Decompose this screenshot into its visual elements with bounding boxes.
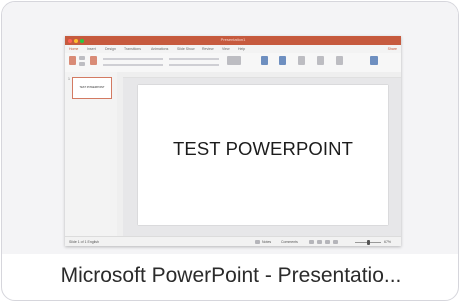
sorter-view-icon bbox=[317, 240, 322, 244]
status-slide-info: Slide 1 of 1 English bbox=[69, 240, 99, 244]
zoom-slider-knob bbox=[367, 240, 370, 245]
app-caption[interactable]: Microsoft PowerPoint - Presentatio... bbox=[2, 258, 458, 294]
tab-insert: Insert bbox=[87, 47, 96, 51]
tab-transitions: Transitions bbox=[124, 47, 141, 51]
reading-view-icon bbox=[325, 240, 330, 244]
paragraph-row-1 bbox=[169, 58, 219, 60]
tab-view: View bbox=[222, 47, 230, 51]
tab-home: Home bbox=[69, 47, 79, 51]
tab-design: Design bbox=[105, 47, 116, 51]
notes-icon bbox=[255, 240, 260, 244]
find-icon bbox=[317, 56, 324, 65]
designer-icon bbox=[370, 56, 378, 65]
shapes-icon bbox=[227, 56, 241, 65]
ribbon-toolbar bbox=[65, 53, 401, 73]
slide-title: TEST POWERPOINT bbox=[172, 138, 353, 159]
normal-view-icon bbox=[309, 240, 314, 244]
slideshow-view-icon bbox=[333, 240, 338, 244]
slide-editor: TEST POWERPOINT bbox=[123, 72, 401, 236]
zoom-level: 67% bbox=[384, 240, 392, 244]
thumbnail-area[interactable]: Presentation1 Home Insert Design Transit… bbox=[2, 2, 458, 254]
shape-fill-icon bbox=[298, 56, 305, 65]
tab-review: Review bbox=[202, 47, 214, 51]
status-bar: Slide 1 of 1 English Notes Comments 67% bbox=[65, 236, 401, 246]
slide-thumbnails-pane: 1 TEST POWERPOINT bbox=[65, 72, 118, 236]
font-name-field bbox=[103, 58, 163, 60]
share-button: Share bbox=[387, 47, 397, 51]
slide-thumbnail: TEST POWERPOINT bbox=[72, 77, 112, 99]
copy-icon bbox=[79, 62, 85, 66]
title-bar: Presentation1 bbox=[65, 36, 401, 45]
quick-styles-icon bbox=[279, 56, 286, 65]
status-comments: Comments bbox=[281, 240, 298, 244]
powerpoint-window-thumbnail: Presentation1 Home Insert Design Transit… bbox=[65, 36, 401, 246]
dictate-icon bbox=[336, 56, 343, 65]
paste-icon bbox=[69, 56, 76, 65]
paragraph-row-2 bbox=[169, 64, 219, 66]
cut-icon bbox=[79, 56, 85, 60]
font-format-row bbox=[103, 64, 163, 66]
horizontal-ruler bbox=[123, 72, 401, 78]
slide-number: 1 bbox=[68, 77, 70, 81]
arrange-icon bbox=[261, 56, 268, 65]
app-card[interactable]: Presentation1 Home Insert Design Transit… bbox=[1, 1, 459, 301]
tab-animations: Animations bbox=[151, 47, 169, 51]
new-slide-icon bbox=[90, 56, 97, 65]
tab-slide-show: Slide Show bbox=[177, 47, 195, 51]
tab-help: Help bbox=[238, 47, 246, 51]
slide-thumbnail-text: TEST POWERPOINT bbox=[79, 86, 105, 89]
window-title: Presentation1 bbox=[220, 37, 246, 42]
slide: TEST POWERPOINT bbox=[138, 85, 388, 225]
status-notes: Notes bbox=[262, 240, 272, 244]
